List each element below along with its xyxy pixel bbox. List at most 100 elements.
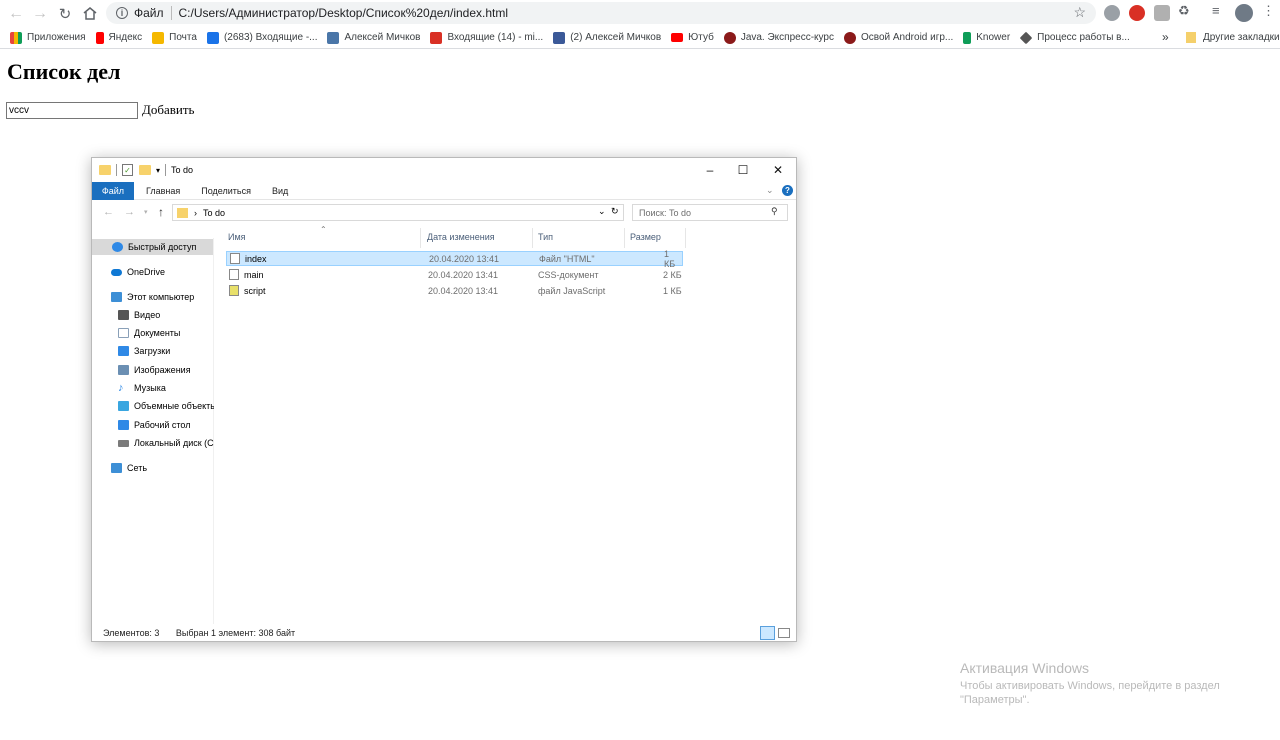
forward-icon[interactable]: → [124,206,135,218]
download-icon [118,346,129,356]
recycle-icon[interactable]: ♻ [1178,3,1194,19]
divider [420,228,421,248]
image-icon [118,365,129,375]
chevron-right-icon: › [194,207,197,218]
home-icon[interactable] [77,0,103,26]
up-icon[interactable]: ↑ [158,205,164,219]
chevron-down-icon[interactable]: ⌄ [598,206,606,217]
explorer-search-input[interactable]: Поиск: To do ⚲ [632,204,788,221]
vk-icon [327,31,340,44]
bookmark-star-icon[interactable]: ☆ [1073,4,1086,21]
star-icon [112,242,123,252]
facebook-icon [553,31,566,44]
page-title: Список дел [7,59,121,84]
nav-local-disk[interactable]: Локальный диск (C [118,435,214,451]
cube-icon [118,401,129,411]
computer-icon [111,292,122,302]
tab-share[interactable]: Поделиться [201,186,251,196]
file-row[interactable]: main 20.04.2020 13:41 CSS-документ 2 КБ [226,267,683,282]
recent-locations-icon[interactable]: ▾ [144,208,148,216]
bookmark-item[interactable]: Ютуб [671,32,714,43]
properties-icon[interactable]: ✓ [122,164,133,176]
other-bookmarks-folder[interactable]: Другие закладки [1186,32,1280,43]
address-bar[interactable]: i Файл C:/Users/Администратор/Desktop/Сп… [106,2,1096,24]
help-icon[interactable]: ? [782,185,793,196]
gmail-icon [430,31,443,44]
network-icon [111,463,122,473]
explorer-address-bar[interactable]: › To do ⌄ ↻ [172,204,624,221]
refresh-icon[interactable]: ↻ [611,206,619,217]
bookmark-item[interactable]: Java. Экспресс-курс [723,31,834,44]
large-icons-view-icon[interactable] [778,628,790,638]
file-row[interactable]: index 20.04.2020 13:41 Файл "HTML" 1 КБ [226,248,683,269]
address-path: To do [203,207,226,218]
file-type: CSS-документ [538,269,599,280]
mail-icon [152,31,165,44]
tab-file[interactable]: Файл [92,181,134,200]
nav-documents[interactable]: Документы [118,325,180,341]
css-file-icon [229,269,239,280]
back-icon[interactable]: ← [103,206,114,218]
nav-pictures[interactable]: Изображения [118,362,191,378]
bookmark-item[interactable]: Приложения [10,31,86,44]
nav-this-pc[interactable]: Этот компьютер [111,289,194,305]
bookmark-item[interactable]: Почта [152,31,197,44]
maximize-button[interactable]: ☐ [725,158,761,182]
bookmark-item[interactable]: (2) Алексей Мичков [553,31,661,44]
search-icon: ⚲ [771,206,778,216]
nav-downloads[interactable]: Загрузки [118,343,170,359]
nav-videos[interactable]: Видео [118,307,160,323]
file-size: 1 КБ [664,248,676,269]
nav-network[interactable]: Сеть [111,460,147,476]
url-scheme-label: Файл [134,6,164,20]
bookmark-item[interactable]: (2683) Входящие -... [206,31,317,44]
divider [532,228,533,248]
back-icon[interactable]: ← [3,1,29,27]
nav-quick-access[interactable]: Быстрый доступ [92,239,213,255]
todo-input[interactable] [6,102,138,119]
add-button[interactable]: Добавить [142,102,194,118]
column-header-size[interactable]: Размер [630,232,661,242]
bookmark-item[interactable]: Процесс работы в... [1019,31,1130,44]
drive-icon [118,439,129,447]
html-file-icon [230,253,240,264]
nav-desktop[interactable]: Рабочий стол [118,417,191,433]
tab-home[interactable]: Главная [146,186,180,196]
bookmark-item[interactable]: Яндекс [95,31,142,44]
extension-icon[interactable] [1104,5,1120,21]
minimize-button[interactable]: – [692,158,728,182]
file-row[interactable]: script 20.04.2020 13:41 файл JavaScript … [226,283,683,298]
nav-music[interactable]: ♪ Музыка [118,380,166,396]
menu-icon[interactable]: ⋮ [1262,3,1278,19]
nav-3d-objects[interactable]: Объемные объекты [118,398,214,414]
close-button[interactable]: ✕ [760,158,796,182]
window-title: To do [171,165,194,175]
bookmark-item[interactable]: Входящие (14) - mi... [430,31,543,44]
customize-qat-icon[interactable]: ▾ [156,166,160,175]
item-count: Элементов: 3 [103,628,160,638]
more-bookmarks-button[interactable]: » [1162,30,1169,44]
reload-icon[interactable]: ↻ [52,1,78,27]
file-date: 20.04.2020 13:41 [428,269,499,280]
info-icon[interactable]: i [116,7,128,19]
details-view-icon[interactable] [760,626,775,640]
adblock-icon[interactable] [1129,5,1145,21]
music-icon: ♪ [118,382,124,394]
column-header-date[interactable]: Дата изменения [427,232,495,242]
bookmark-item[interactable]: Освой Android игр... [843,31,953,44]
reading-list-icon[interactable]: ≡ [1212,3,1228,19]
column-header-type[interactable]: Тип [538,232,553,242]
avatar[interactable] [1235,4,1253,22]
expand-ribbon-icon[interactable]: ⌄ [766,185,774,196]
tab-view[interactable]: Вид [272,186,288,196]
column-header-name[interactable]: Имя [228,232,246,242]
paw-icon [843,31,856,44]
nav-onedrive[interactable]: OneDrive [111,264,165,280]
desktop-icon [118,420,129,430]
bookmark-item[interactable]: Knower [963,31,1010,44]
bookmark-item[interactable]: Алексей Мичков [327,31,420,44]
js-file-icon [229,285,239,296]
extension-icon[interactable] [1154,5,1170,21]
forward-icon[interactable]: → [27,1,53,27]
new-folder-icon[interactable] [139,165,151,175]
